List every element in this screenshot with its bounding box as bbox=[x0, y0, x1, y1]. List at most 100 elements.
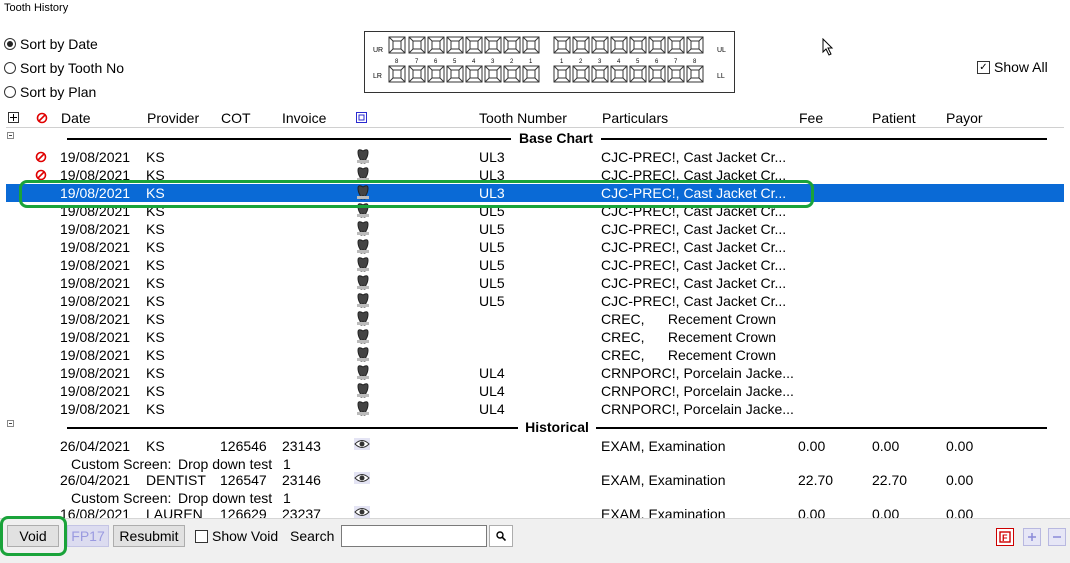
void-column-icon bbox=[36, 112, 48, 124]
tooth-image-cell[interactable] bbox=[356, 293, 370, 308]
view-cell[interactable] bbox=[354, 438, 370, 450]
col-patient[interactable]: Patient bbox=[872, 110, 916, 126]
col-fee[interactable]: Fee bbox=[799, 110, 823, 126]
col-date[interactable]: Date bbox=[61, 110, 91, 126]
tooth-image-cell[interactable] bbox=[356, 221, 370, 236]
lower-left-tooth[interactable] bbox=[591, 65, 609, 83]
table-row[interactable]: 19/08/2021 KS UL4 CRNPORC!, Porcelain Jacke… bbox=[6, 364, 1064, 382]
fp17-flag-button[interactable]: F bbox=[996, 528, 1014, 546]
lower-right-tooth[interactable] bbox=[388, 65, 406, 83]
upper-right-tooth[interactable] bbox=[388, 36, 406, 54]
upper-left-tooth[interactable] bbox=[648, 36, 666, 54]
sort-by-date-radio[interactable]: Sort by Date bbox=[4, 35, 98, 53]
table-row[interactable]: 26/04/2021 DENTIST 126547 23146 EXAM, Examin… bbox=[6, 471, 1064, 489]
zoom-in-button[interactable] bbox=[1023, 528, 1041, 546]
upper-right-tooth[interactable] bbox=[484, 36, 502, 54]
upper-left-tooth[interactable] bbox=[610, 36, 628, 54]
col-tooth-number[interactable]: Tooth Number bbox=[479, 110, 567, 126]
upper-right-tooth[interactable] bbox=[446, 36, 464, 54]
collapse-group-icon[interactable] bbox=[7, 132, 14, 139]
search-button[interactable] bbox=[489, 525, 513, 547]
upper-left-tooth[interactable] bbox=[572, 36, 590, 54]
table-row[interactable]: 19/08/2021 KS UL4 CRNPORC!, Porcelain Jacke… bbox=[6, 382, 1064, 400]
table-row[interactable]: 26/04/2021 KS 126546 23143 EXAM, Examination… bbox=[6, 437, 1064, 455]
lower-right-tooth[interactable] bbox=[503, 65, 521, 83]
upper-right-tooth[interactable] bbox=[522, 36, 540, 54]
lower-right-tooth[interactable] bbox=[484, 65, 502, 83]
lower-left-tooth[interactable] bbox=[648, 65, 666, 83]
table-row[interactable]: 19/08/2021 KS UL5 CJC-PREC!, Cast Jacket Cr… bbox=[6, 220, 1064, 238]
lower-right-tooth[interactable] bbox=[522, 65, 540, 83]
lower-right-tooth[interactable] bbox=[446, 65, 464, 83]
resubmit-button[interactable]: Resubmit bbox=[113, 525, 185, 547]
show-void-checkbox[interactable]: Show Void bbox=[195, 528, 278, 544]
lower-left-tooth[interactable] bbox=[667, 65, 685, 83]
group-historical[interactable]: Historical bbox=[520, 419, 594, 437]
upper-right-tooth[interactable] bbox=[427, 36, 445, 54]
tooth-image-cell[interactable] bbox=[356, 329, 370, 344]
table-row[interactable]: 19/08/2021 KS UL3 CJC-PREC!, Cast Jacket Cr… bbox=[6, 148, 1064, 166]
table-row[interactable]: 19/08/2021 KS UL5 CJC-PREC!, Cast Jacket Cr… bbox=[6, 256, 1064, 274]
tooth-chart[interactable]: UR LR UL LL 8 7 6 5 4 3 2 1 1 2 3 4 5 6 7 8 bbox=[364, 31, 735, 93]
tooth-image-cell[interactable] bbox=[356, 257, 370, 272]
tooth-image-cell[interactable] bbox=[356, 365, 370, 380]
lower-right-tooth[interactable] bbox=[427, 65, 445, 83]
tooth-image-cell[interactable] bbox=[356, 275, 370, 290]
tooth-number-label: 5 bbox=[453, 59, 457, 65]
table-row[interactable]: 19/08/2021 KS CREC, Recement Crown bbox=[6, 346, 1064, 364]
upper-left-tooth[interactable] bbox=[686, 36, 704, 54]
lower-right-tooth[interactable] bbox=[408, 65, 426, 83]
col-cot[interactable]: COT bbox=[221, 110, 251, 126]
lower-left-tooth[interactable] bbox=[553, 65, 571, 83]
zoom-out-button[interactable] bbox=[1048, 528, 1066, 546]
collapse-group-icon[interactable] bbox=[7, 420, 14, 427]
tooth-image-icon bbox=[357, 257, 369, 272]
upper-right-tooth[interactable] bbox=[408, 36, 426, 54]
show-all-checkbox[interactable]: ✓ Show All bbox=[977, 59, 1048, 75]
lower-right-tooth[interactable] bbox=[465, 65, 483, 83]
upper-left-tooth[interactable] bbox=[591, 36, 609, 54]
search-input[interactable] bbox=[341, 525, 487, 547]
group-base-chart[interactable]: Base Chart bbox=[513, 130, 599, 148]
table-row[interactable]: 19/08/2021 KS UL5 CJC-PREC!, Cast Jacket Cr… bbox=[6, 238, 1064, 256]
table-row[interactable]: 19/08/2021 KS UL4 CRNPORC!, Porcelain Jacke… bbox=[6, 400, 1064, 418]
svg-text:F: F bbox=[1002, 533, 1008, 543]
upper-left-tooth[interactable] bbox=[667, 36, 685, 54]
col-particulars[interactable]: Particulars bbox=[602, 110, 668, 126]
tooth-image-cell[interactable] bbox=[356, 383, 370, 398]
lower-left-tooth[interactable] bbox=[629, 65, 647, 83]
upper-right-tooth[interactable] bbox=[465, 36, 483, 54]
col-provider[interactable]: Provider bbox=[147, 110, 199, 126]
tooth-image-cell[interactable] bbox=[356, 311, 370, 326]
upper-right-tooth[interactable] bbox=[503, 36, 521, 54]
upper-left-tooth[interactable] bbox=[629, 36, 647, 54]
table-row[interactable]: 16/08/2021 LAUREN 126629 23237 EXAM, Examina… bbox=[6, 505, 1064, 518]
tooth-image-cell[interactable] bbox=[356, 239, 370, 254]
table-row[interactable]: 19/08/2021 KS CREC, Recement Crown bbox=[6, 328, 1064, 346]
lower-left-tooth[interactable] bbox=[572, 65, 590, 83]
upper-left-tooth[interactable] bbox=[553, 36, 571, 54]
checkbox-unchecked-icon bbox=[195, 529, 208, 543]
view-cell[interactable] bbox=[354, 472, 370, 484]
sort-by-tooth-radio[interactable]: Sort by Tooth No bbox=[4, 59, 124, 77]
chart-label-ll: LL bbox=[717, 73, 725, 80]
tooth-image-cell[interactable] bbox=[356, 401, 370, 416]
tooth-chart-graphic[interactable]: UR LR UL LL 8 7 6 5 4 3 2 1 1 2 3 4 5 6 7 8 bbox=[365, 32, 734, 92]
lower-left-tooth[interactable] bbox=[686, 65, 704, 83]
tooth-image-cell[interactable] bbox=[356, 149, 370, 164]
tooth-image-cell[interactable] bbox=[356, 347, 370, 362]
fp17-button[interactable]: FP17 bbox=[67, 525, 109, 547]
view-cell[interactable] bbox=[354, 506, 370, 518]
lower-left-tooth[interactable] bbox=[610, 65, 628, 83]
col-invoice[interactable]: Invoice bbox=[282, 110, 326, 126]
table-row[interactable]: 19/08/2021 KS UL5 CJC-PREC!, Cast Jacket Cr… bbox=[6, 292, 1064, 310]
group-divider-left bbox=[67, 138, 511, 140]
show-void-label: Show Void bbox=[212, 528, 279, 544]
table-row[interactable]: 19/08/2021 KS CREC, Recement Crown bbox=[6, 310, 1064, 328]
sort-by-plan-radio[interactable]: Sort by Plan bbox=[4, 83, 96, 101]
expand-all-icon[interactable] bbox=[8, 112, 19, 123]
col-payor[interactable]: Payor bbox=[946, 110, 983, 126]
sort-by-plan-label: Sort by Plan bbox=[20, 84, 97, 100]
table-row[interactable]: 19/08/2021 KS UL5 CJC-PREC!, Cast Jacket Cr… bbox=[6, 274, 1064, 292]
cell-invoice: 23237 bbox=[282, 506, 321, 518]
